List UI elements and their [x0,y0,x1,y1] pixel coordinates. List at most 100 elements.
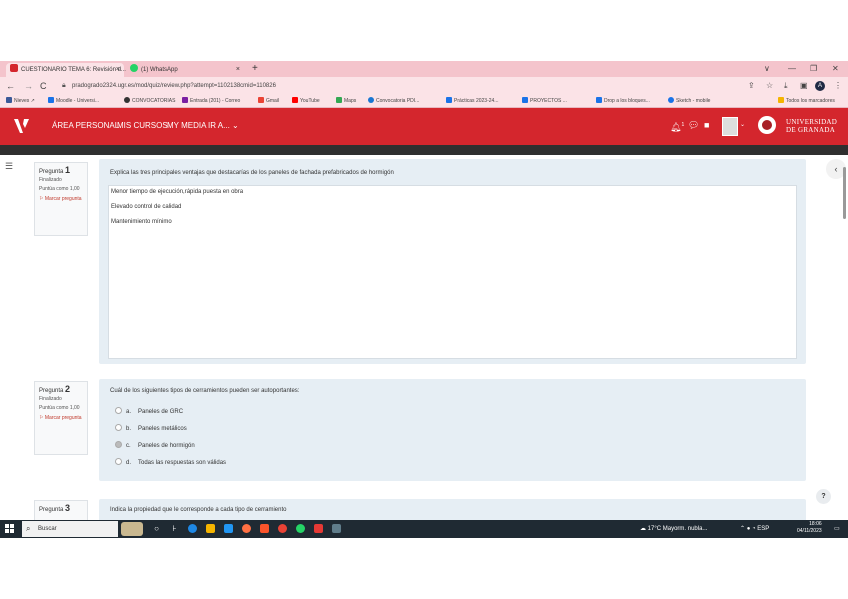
nav-secondary-strip [0,145,848,155]
bookmark-item[interactable]: Drop a los bloques... [596,95,650,107]
answer-option-a[interactable]: a. Paneles de GRC [115,407,183,417]
window-close-icon[interactable]: ✕ [832,62,839,76]
gmail-icon [258,97,264,103]
bookmark-icon [124,97,130,103]
bookmark-item[interactable]: Prácticas 2023-24... [446,95,498,107]
radio-button[interactable] [115,424,122,431]
back-arrow-icon[interactable]: ← [6,79,15,93]
tab-search-icon[interactable]: ∨ [764,62,770,76]
screen: CUESTIONARIO TEMA 6: Revisión d... × (1)… [0,61,848,538]
chrome-icon[interactable] [278,524,287,533]
user-avatar[interactable] [722,117,738,136]
notifications-bell-icon[interactable]: 🔔︎1 [670,118,684,134]
nav-my-media[interactable]: MY MEDIA [167,120,206,132]
answer-line: Mantenimiento mínimo [111,219,172,225]
answer-option-c[interactable]: c. Paneles de hormigón [115,441,195,451]
share-icon[interactable]: ⇪ [748,80,755,92]
forward-arrow-icon[interactable]: → [24,79,33,93]
bookmark-icon [668,97,674,103]
browser-menu-icon[interactable]: ⋮ [834,80,842,92]
task-view-icon[interactable]: ○ [152,524,161,533]
radio-button[interactable] [115,407,122,414]
bookmark-item[interactable]: Convocatoria PDI... [368,95,419,107]
active-app-icon[interactable] [314,524,323,533]
reload-icon[interactable]: C [40,79,47,93]
university-name: UNIVERSIDAD DE GRANADA [786,118,838,134]
tab-whatsapp[interactable]: (1) WhatsApp × [126,63,244,77]
minimize-icon[interactable]: — [788,62,796,76]
new-tab-button[interactable]: + [252,62,258,76]
brave-icon[interactable] [260,524,269,533]
notification-count-badge: 1 [681,122,685,128]
page-scrollbar[interactable] [843,167,846,219]
bookmark-icon [368,97,374,103]
bookmark-star-icon[interactable]: ☆ [766,80,773,92]
close-tab-icon[interactable]: × [116,63,120,77]
maps-icon [336,97,342,103]
file-explorer-mini-icon[interactable]: ⊦ [170,524,179,533]
widgets-icon[interactable] [121,522,143,536]
question-text: Cuál de los siguientes tipos de cerramie… [110,388,300,394]
download-icon[interactable]: ⤓ [784,80,788,92]
bookmark-icon [182,97,188,103]
question-info-2: Pregunta 2 Finalizado Puntúa como 1,00 ⚐… [34,381,88,455]
side-panel-icon[interactable]: ▣ [800,80,808,92]
bookmark-icon [48,97,54,103]
search-icon: ⌕ [26,524,31,533]
drawer-menu-icon[interactable]: ☰ [5,161,13,172]
store-icon[interactable] [224,524,233,533]
windows-start-icon[interactable] [5,524,15,534]
firefox-icon[interactable] [242,524,251,533]
bookmark-item[interactable]: Nieves ↗ [6,95,35,107]
bookmark-item[interactable]: YouTube [292,95,320,107]
bookmark-item[interactable]: Moodle - Universi... [48,95,99,107]
whatsapp-icon[interactable] [296,524,305,533]
maximize-icon[interactable]: ❐ [810,62,817,76]
prado-logo-icon[interactable] [12,116,32,136]
notifications-icon[interactable]: ▭ [834,523,840,535]
tab-quiz-label: CUESTIONARIO TEMA 6: Revisión d... [21,67,126,73]
user-menu-chevron-icon[interactable]: ⌄ [740,118,745,132]
file-explorer-icon[interactable] [206,524,215,533]
bookmark-item[interactable]: Entrada (201) - Correo [182,95,240,107]
radio-button[interactable] [115,458,122,465]
profile-avatar[interactable]: A [815,81,825,91]
answer-option-b[interactable]: b. Paneles metálicos [115,424,187,434]
close-tab-icon[interactable]: × [236,63,240,77]
app-icon[interactable] [332,524,341,533]
youtube-icon [292,97,298,103]
question-info-1: Pregunta 1 Finalizado Puntúa como 1,00 ⚐… [34,162,88,236]
messages-icon[interactable]: 💬︎ [688,118,699,132]
question-state: Finalizado [39,177,62,183]
nav-mis-cursos[interactable]: MIS CURSOS [117,120,168,132]
tab-quiz[interactable]: CUESTIONARIO TEMA 6: Revisión d... × [6,63,126,77]
weather-status[interactable]: ☁ 17°C Mayorm. nubla... [640,523,707,535]
bookmark-item[interactable]: Sketch - mobile [668,95,710,107]
question-content-1: Explica las tres principales ventajas qu… [99,159,806,364]
bookmark-item[interactable]: PROYECTOS ... [522,95,567,107]
taskbar-clock[interactable]: 18:06 04/11/2023 [797,521,822,535]
system-tray[interactable]: ⌃ ● ◔ ESP [740,523,769,535]
question-content-3: Indica la propiedad que le corresponde a… [99,499,806,520]
drive-icon [446,97,452,103]
url-text: pradogrado2324.ugr.es/mod/quiz/review.ph… [72,83,276,89]
bookmarks-bar: Nieves ↗ Moodle - Universi... CONVOCATOR… [0,95,848,108]
radio-button-selected[interactable] [115,441,122,448]
question-number: Pregunta 1 [39,165,71,176]
all-bookmarks[interactable]: Todos los marcadores [778,95,835,107]
toggle-icon[interactable]: ■ [704,118,709,132]
question-number: Pregunta 3 [39,503,71,514]
drive-icon [596,97,602,103]
bookmark-item[interactable]: Gmail [258,95,279,107]
flag-question-link[interactable]: ⚐ Marcar pregunta [39,196,83,203]
help-button[interactable]: ? [816,489,831,504]
nav-ir-a[interactable]: IR A... ⌄ [208,120,239,132]
bookmark-item[interactable]: CONVOCATORIAS [124,95,175,107]
address-bar[interactable]: 🔒︎ pradogrado2324.ugr.es/mod/quiz/review… [58,80,763,92]
flag-question-link[interactable]: ⚐ Marcar pregunta [39,415,83,422]
nav-area-personal[interactable]: ÁREA PERSONAL [52,120,119,132]
edge-icon[interactable] [188,524,197,533]
bookmark-item[interactable]: Maps [336,95,356,107]
taskbar-search-box[interactable]: ⌕ Buscar [22,521,118,537]
answer-option-d[interactable]: d. Todas las respuestas son válidas [115,458,226,468]
